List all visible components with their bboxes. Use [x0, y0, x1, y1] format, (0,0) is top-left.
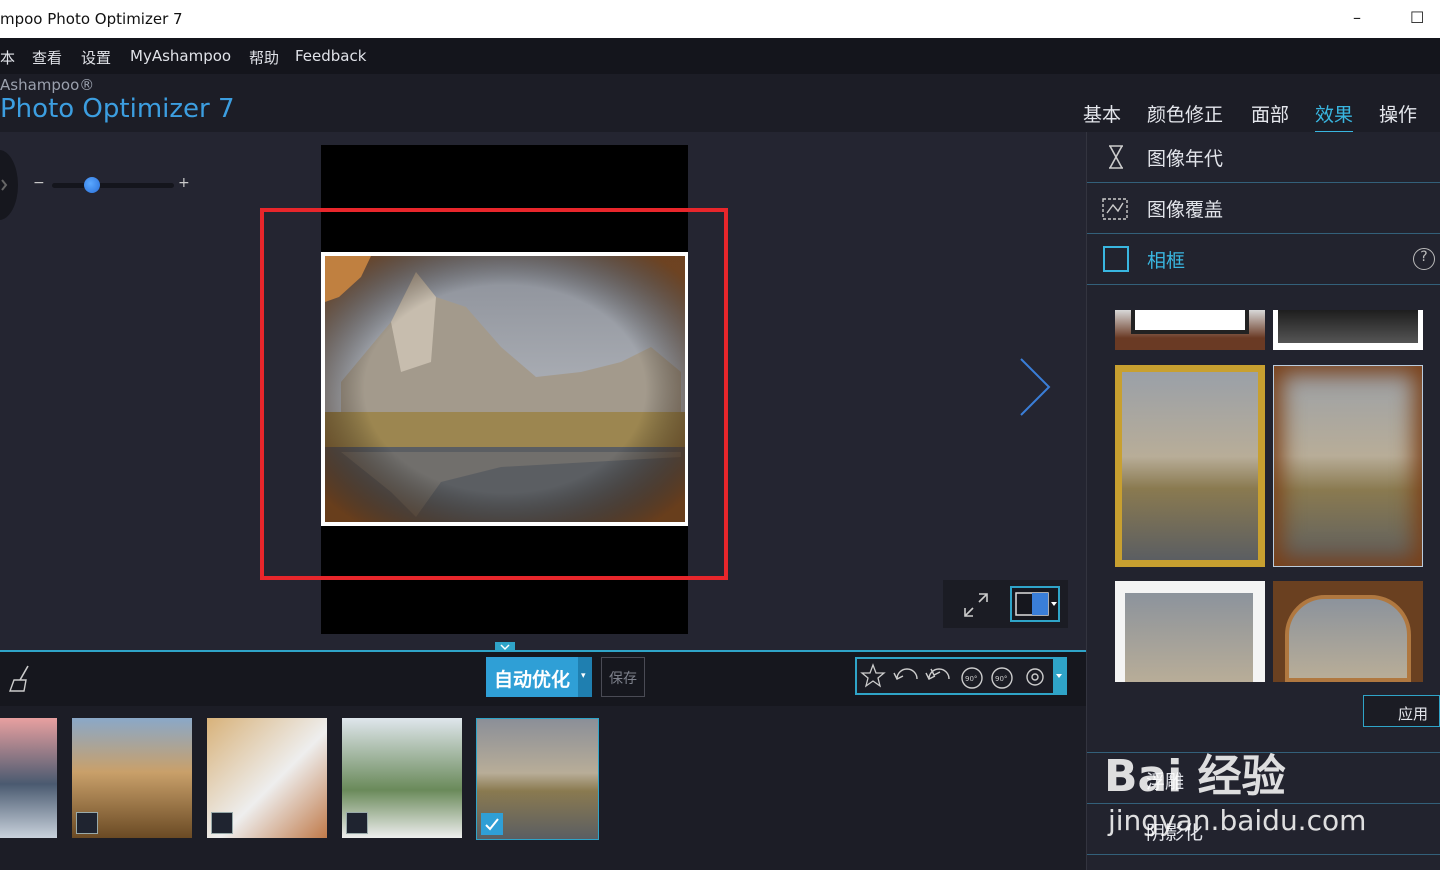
zoom-slider[interactable] [52, 183, 174, 188]
watermark-url: jingyan.baidu.com [1108, 804, 1367, 837]
watermark-logo: Bai 经验 [1104, 751, 1286, 802]
thumbnail-4[interactable] [342, 718, 462, 838]
thumbnail-1[interactable] [0, 718, 57, 838]
thumbnail-2[interactable] [72, 718, 192, 838]
brand-product: Photo Optimizer 7 [0, 94, 235, 124]
tab-operations[interactable]: 操作 [1379, 100, 1417, 127]
fullscreen-icon[interactable] [961, 590, 991, 620]
undo-all-icon[interactable] [925, 668, 950, 680]
rotate-right-icon[interactable]: 90° [991, 667, 1013, 689]
frame-option-1[interactable] [1115, 310, 1265, 350]
split-view-icon [1015, 592, 1057, 616]
panel-item-label: 图像覆盖 [1147, 199, 1224, 221]
tab-face[interactable]: 面部 [1251, 100, 1289, 127]
maximize-button[interactable]: ☐ [1410, 8, 1424, 27]
minimize-button[interactable]: – [1353, 8, 1361, 27]
frame-preview [1278, 310, 1418, 343]
menu-item-feedback[interactable]: Feedback [295, 47, 366, 65]
left-nav-button[interactable] [0, 150, 18, 220]
gear-icon[interactable] [1026, 668, 1044, 686]
hourglass-icon [1109, 145, 1123, 169]
save-button[interactable]: 保存 [601, 657, 645, 697]
help-icon[interactable]: ? [1413, 248, 1435, 270]
menu-item-myashampoo[interactable]: MyAshampoo [130, 47, 231, 65]
thumbnail-5-selected[interactable] [476, 718, 599, 840]
frame-option-curl[interactable] [1115, 581, 1265, 682]
overlay-icon [1102, 198, 1128, 220]
tab-color-correction[interactable]: 颜色修正 [1147, 100, 1223, 127]
dropdown-arrow-icon[interactable]: ▾ [578, 657, 592, 697]
collapse-toggle-icon[interactable] [495, 642, 515, 652]
thumbnail-checkbox[interactable] [346, 812, 368, 834]
frame-option-2[interactable] [1273, 310, 1423, 350]
panel-item-label: 相框 [1147, 250, 1186, 272]
thumbnail-checkbox[interactable] [211, 812, 233, 834]
edit-tools: 90° 90° [855, 657, 1067, 695]
menu-item-view[interactable]: 查看 [32, 47, 62, 68]
magic-star-icon[interactable] [860, 663, 886, 688]
highlight-box [260, 208, 728, 580]
frame-preview [1131, 310, 1249, 334]
panel-item-frame[interactable]: 相框 ? [1087, 234, 1440, 285]
tab-effects[interactable]: 效果 [1315, 100, 1354, 133]
thumbnail-checkbox[interactable] [76, 812, 98, 834]
menu-item-file[interactable]: 本 [0, 47, 15, 68]
frame-icon [1103, 246, 1129, 272]
frame-option-ornate[interactable] [1273, 581, 1423, 682]
broom-icon[interactable] [8, 664, 38, 694]
panel-item-image-overlay[interactable]: 图像覆盖 [1087, 183, 1440, 234]
panel-item-image-age[interactable]: 图像年代 [1087, 132, 1440, 183]
brand-company: Ashampoo® [0, 76, 95, 94]
tab-basic[interactable]: 基本 [1083, 100, 1121, 127]
chevron-left-icon [1, 179, 8, 191]
menu-item-help[interactable]: 帮助 [249, 47, 279, 68]
svg-text:90°: 90° [995, 675, 1007, 683]
frame-preview [1285, 595, 1411, 682]
frame-option-gold[interactable] [1115, 365, 1265, 567]
title-bar: mpoo Photo Optimizer 7 – ☐ [0, 0, 1440, 38]
rotate-left-icon[interactable]: 90° [961, 667, 983, 689]
apply-button[interactable]: 应用 [1363, 695, 1440, 727]
auto-optimize-label: 自动优化 [494, 669, 571, 691]
thumbnail-3[interactable] [207, 718, 327, 838]
zoom-out-button[interactable]: − [33, 175, 45, 191]
frame-preview [1125, 593, 1253, 682]
menu-item-settings[interactable]: 设置 [81, 47, 111, 68]
auto-optimize-button[interactable]: 自动优化 ▾ [486, 657, 592, 697]
thumbnail-checkbox-checked[interactable] [481, 813, 503, 835]
window-title: mpoo Photo Optimizer 7 [0, 10, 183, 28]
undo-icon[interactable] [893, 668, 918, 680]
svg-text:90°: 90° [965, 675, 977, 683]
view-controls [943, 580, 1068, 628]
zoom-in-button[interactable]: + [178, 175, 190, 191]
frame-option-vintage-selected[interactable] [1273, 365, 1423, 567]
tool-icons: 90° 90° [860, 659, 1065, 693]
checkmark-icon [485, 818, 499, 831]
compare-view-button[interactable] [1010, 586, 1060, 622]
chevron-right-icon[interactable] [1015, 355, 1055, 419]
panel-item-label: 图像年代 [1147, 148, 1224, 170]
divider [1087, 854, 1440, 855]
menu-bar: 本 查看 设置 MyAshampoo 帮助 Feedback [0, 38, 1440, 74]
